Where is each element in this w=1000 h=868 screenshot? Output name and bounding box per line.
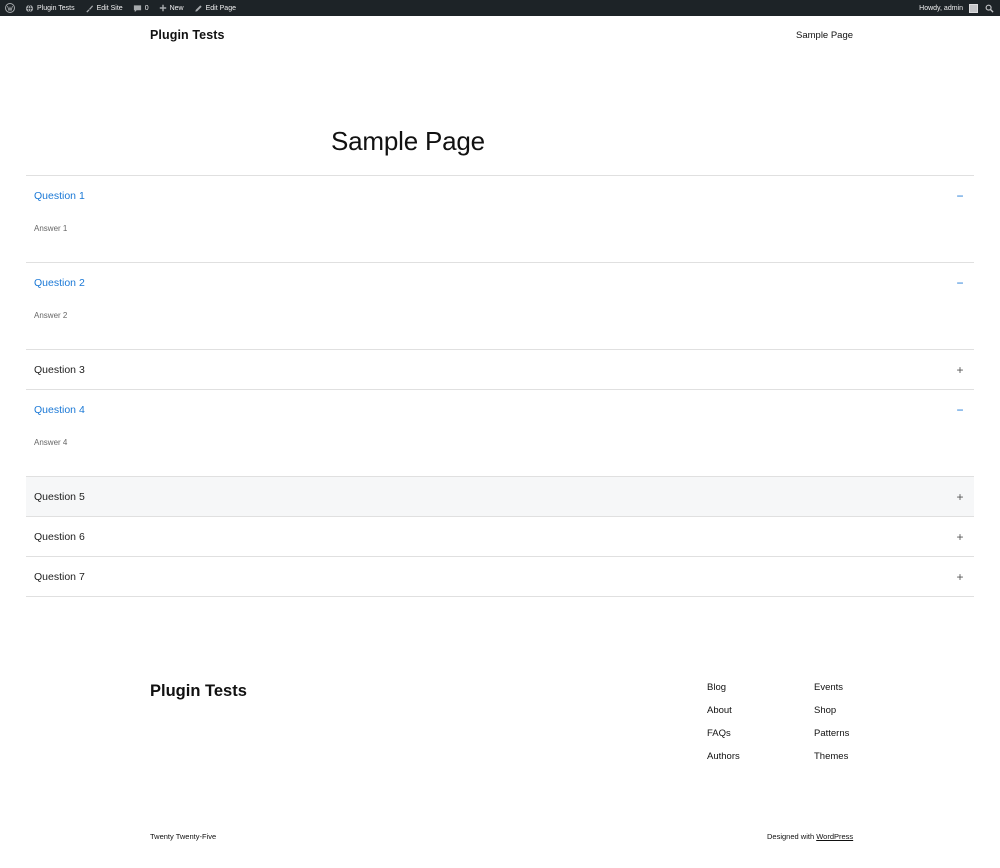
new-content-menu[interactable]: New: [154, 0, 189, 16]
wordpress-link[interactable]: WordPress: [816, 832, 853, 841]
brush-icon: [85, 4, 93, 13]
avatar: [969, 3, 978, 13]
greeting-label: Howdy, admin: [919, 4, 963, 12]
edit-page-label: Edit Page: [205, 4, 236, 12]
faq-item: Question 2 − Answer 2: [26, 263, 974, 350]
faq-question-2[interactable]: Question 2 −: [26, 263, 974, 303]
comments-count: 0: [144, 4, 149, 12]
nav-item-sample-page[interactable]: Sample Page: [796, 30, 853, 41]
faq-item: Question 3 +: [26, 350, 974, 390]
faq-item: Question 6 +: [26, 517, 974, 557]
question-label: Question 6: [34, 530, 85, 543]
search-icon: [985, 4, 994, 13]
faq-item: Question 7 +: [26, 557, 974, 597]
search-toggle[interactable]: [981, 0, 1000, 16]
faq-question-5[interactable]: Question 5 +: [26, 477, 974, 516]
faq-question-4[interactable]: Question 4 −: [26, 390, 974, 430]
footer-theme-name: Twenty Twenty-Five: [150, 832, 217, 841]
comments-link[interactable]: 0: [128, 0, 154, 16]
footer-nav: Blog Events About Shop FAQs Patterns Aut…: [707, 682, 877, 764]
home-icon: [25, 4, 34, 12]
footer-link-authors[interactable]: Authors: [707, 751, 814, 764]
minus-icon: −: [956, 403, 964, 417]
footer-link-themes[interactable]: Themes: [814, 751, 877, 764]
faq-accordion: Question 1 − Answer 1 Question 2 − Answe…: [26, 175, 974, 597]
footer-credit: Designed with WordPress: [767, 832, 853, 841]
minus-icon: −: [956, 189, 964, 203]
footer-link-blog[interactable]: Blog: [707, 682, 814, 695]
pencil-icon: [194, 4, 202, 12]
faq-item: Question 4 − Answer 4: [26, 390, 974, 477]
footer-site-title[interactable]: Plugin Tests: [150, 682, 247, 701]
footer-link-patterns[interactable]: Patterns: [814, 728, 877, 741]
faq-question-1[interactable]: Question 1 −: [26, 176, 974, 216]
edit-site-link[interactable]: Edit Site: [80, 0, 128, 16]
comment-icon: [133, 4, 141, 12]
faq-answer-2: Answer 2: [34, 311, 68, 320]
wordpress-logo-menu[interactable]: [0, 0, 20, 16]
wordpress-icon: [5, 3, 15, 13]
faq-question-6[interactable]: Question 6 +: [26, 517, 974, 556]
minus-icon: −: [956, 276, 964, 290]
site-name-menu[interactable]: Plugin Tests: [20, 0, 80, 16]
footer-credit-text: Designed with: [767, 832, 817, 841]
footer-link-shop[interactable]: Shop: [814, 705, 877, 718]
admin-bar: Plugin Tests Edit Site 0 New Edit Page H…: [0, 0, 1000, 16]
faq-item: Question 5 +: [26, 477, 974, 517]
footer-link-events[interactable]: Events: [814, 682, 877, 695]
site-title[interactable]: Plugin Tests: [150, 28, 225, 42]
edit-site-label: Edit Site: [96, 4, 123, 12]
faq-answer-4: Answer 4: [34, 438, 68, 447]
faq-question-7[interactable]: Question 7 +: [26, 557, 974, 596]
plus-icon: +: [956, 362, 964, 377]
new-label: New: [169, 4, 184, 12]
plus-icon: [159, 4, 166, 12]
question-label: Question 1: [34, 190, 85, 202]
edit-page-link[interactable]: Edit Page: [189, 0, 241, 16]
plus-icon: +: [956, 489, 964, 504]
footer-link-faqs[interactable]: FAQs: [707, 728, 814, 741]
faq-answer-1: Answer 1: [34, 224, 68, 233]
page-title: Sample Page: [331, 126, 485, 156]
plus-icon: +: [956, 529, 964, 544]
question-label: Question 2: [34, 277, 85, 289]
faq-item: Question 1 − Answer 1: [26, 176, 974, 263]
plus-icon: +: [956, 569, 964, 584]
question-label: Question 7: [34, 570, 85, 583]
question-label: Question 4: [34, 404, 85, 416]
my-account-menu[interactable]: Howdy, admin: [914, 0, 981, 16]
footer-link-about[interactable]: About: [707, 705, 814, 718]
question-label: Question 5: [34, 490, 85, 503]
question-label: Question 3: [34, 363, 85, 376]
site-name-label: Plugin Tests: [37, 4, 75, 12]
faq-question-3[interactable]: Question 3 +: [26, 350, 974, 389]
